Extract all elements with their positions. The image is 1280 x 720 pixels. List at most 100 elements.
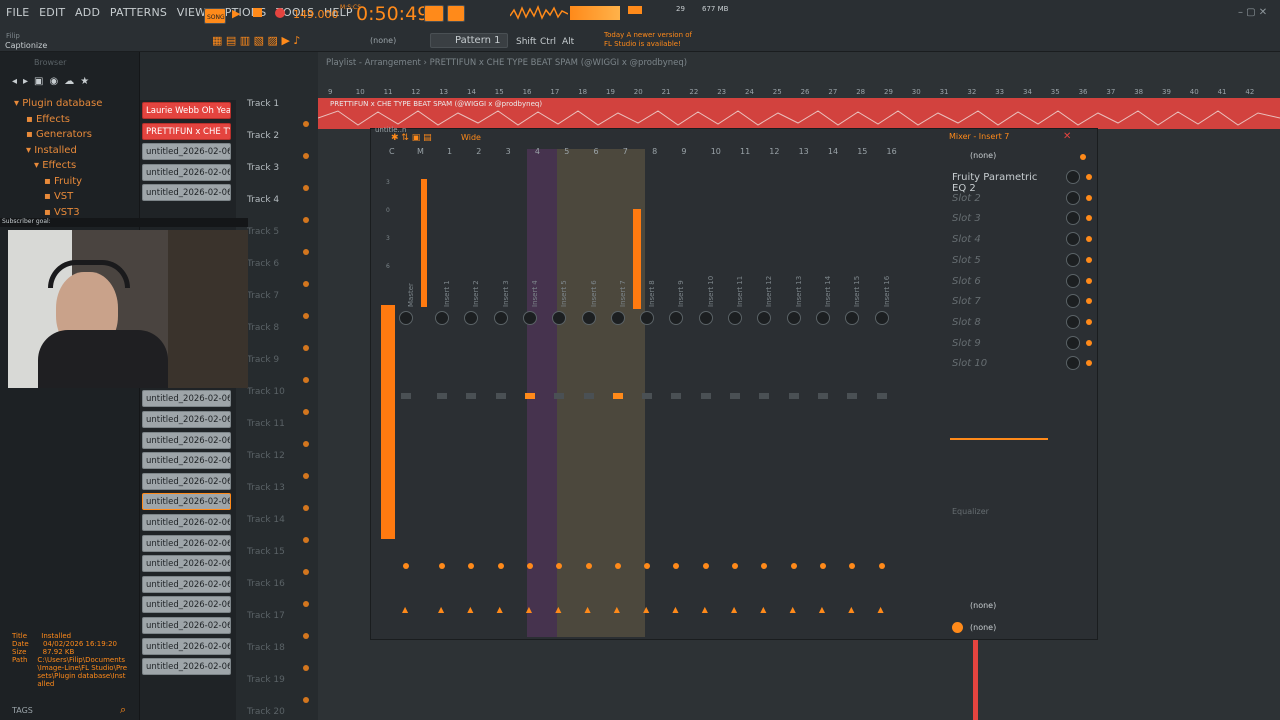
send-arrow-icon[interactable]: ▲ (526, 605, 532, 614)
volume-fader[interactable] (817, 393, 828, 399)
route-dot[interactable] (585, 563, 592, 569)
track-mute-dot[interactable] (303, 313, 309, 319)
track-label[interactable]: Track 19 (247, 675, 285, 685)
effect-slot[interactable]: Slot 10 (952, 358, 1042, 369)
browser-item-vst3[interactable]: ▪ VST3 (44, 207, 80, 218)
send-arrow-icon[interactable]: ▲ (643, 605, 649, 614)
volume-fader[interactable] (642, 393, 653, 399)
track-label[interactable]: Track 13 (247, 483, 285, 493)
mixer-strip-number[interactable]: 1 (447, 147, 452, 156)
route-dot[interactable] (702, 563, 709, 569)
toolbar-none[interactable]: (none) (370, 36, 396, 45)
track-label[interactable]: Track 5 (247, 227, 279, 237)
song-mode-toggle[interactable]: SONG (204, 8, 226, 24)
route-dot[interactable] (644, 563, 651, 569)
audio-clip[interactable]: PRETTIFUN x CHE TYPE BEAT SPAM (@WIGGI x… (318, 98, 1280, 129)
mixer-strip-number[interactable]: 5 (564, 147, 569, 156)
route-dot[interactable] (878, 563, 885, 569)
track-mute-dot[interactable] (303, 249, 309, 255)
slot-mix-knob[interactable] (1066, 314, 1080, 329)
menu-view[interactable]: VIEW (177, 6, 206, 19)
track-mute-dot[interactable] (303, 377, 309, 383)
send-arrow-icon[interactable]: ▲ (672, 605, 678, 614)
pattern-item[interactable]: untitled_2026-02-06 15-... (142, 411, 231, 428)
track-label[interactable]: Track 2 (247, 131, 279, 141)
send-arrow-icon[interactable]: ▲ (402, 605, 408, 614)
pattern-item[interactable]: untitled_2026-02-06 15-... (142, 658, 231, 676)
track-mute-dot[interactable] (303, 185, 309, 191)
menu-edit[interactable]: EDIT (39, 6, 65, 19)
track-mute-dot[interactable] (303, 569, 309, 575)
volume-fader[interactable] (671, 393, 682, 399)
pan-knob[interactable] (493, 311, 508, 325)
effect-slot[interactable]: Slot 3 (952, 213, 1042, 224)
slot-power-icon[interactable] (1086, 339, 1092, 346)
browser-item-installed-effects[interactable]: ▾ Effects (34, 160, 76, 171)
volume-fader[interactable] (847, 393, 858, 399)
pattern-item[interactable]: untitled_2026-02-06 15-... (142, 575, 231, 593)
track-label[interactable]: Track 17 (247, 611, 285, 621)
pan-knob[interactable] (757, 311, 772, 325)
mixer-strip-number[interactable]: 11 (740, 147, 750, 156)
metronome-button[interactable] (424, 5, 444, 22)
pan-knob[interactable] (874, 311, 889, 325)
track-mute-dot[interactable] (303, 601, 309, 607)
mixer-strip-number[interactable]: 3 (506, 147, 511, 156)
pan-knob[interactable] (815, 311, 830, 325)
pattern-item[interactable]: untitled_2026-02-06 15-... (142, 617, 231, 634)
track-mute-dot[interactable] (303, 217, 309, 223)
track-mute-dot[interactable] (303, 441, 309, 447)
track-label[interactable]: Track 12 (247, 451, 285, 461)
menu-add[interactable]: ADD (75, 6, 100, 19)
track-label[interactable]: Track 4 (247, 195, 279, 205)
volume-fader[interactable] (700, 393, 711, 399)
track-label[interactable]: Track 10 (247, 387, 285, 397)
mixer-strip-number[interactable]: 2 (476, 147, 481, 156)
pattern-item[interactable]: untitled_2026-02-06 15-... (142, 472, 231, 490)
pattern-item[interactable]: untitled_2026-02-06 15-... (142, 514, 231, 531)
pan-knob[interactable] (845, 311, 860, 325)
route-dot[interactable] (761, 563, 768, 569)
browser-item-effects[interactable]: ▪ Effects (26, 114, 70, 125)
effect-slot[interactable]: Slot 2 (952, 193, 1042, 204)
pan-knob[interactable] (522, 311, 537, 325)
pattern-selector[interactable]: Pattern 1 (430, 33, 508, 48)
pan-knob[interactable] (698, 311, 713, 325)
toolbar-icons[interactable]: ▦ ▤ ▥ ▧ ▨ ▶ ♪ (212, 34, 300, 47)
effect-slot[interactable]: Slot 4 (952, 234, 1042, 245)
track-mute-dot[interactable] (303, 121, 309, 127)
pan-knob[interactable] (435, 311, 449, 325)
pattern-item[interactable]: untitled_2026-02-06 15-... (142, 452, 231, 470)
news-panel[interactable]: Today A newer version of FL Studio is av… (604, 31, 694, 49)
volume-fader[interactable] (583, 393, 594, 399)
tags-label[interactable]: TAGS (12, 706, 33, 715)
slot-power-icon[interactable] (1086, 256, 1092, 263)
mixer-output-2[interactable]: (none) (952, 622, 1092, 636)
volume-fader[interactable] (401, 393, 411, 399)
mixer-strip-number[interactable]: 14 (828, 147, 838, 156)
pattern-item[interactable]: untitled_2026-02-06 15-... (142, 431, 231, 449)
track-label[interactable]: Track 20 (247, 707, 285, 717)
mixer-input-select[interactable]: (none) (950, 150, 1090, 166)
slot-power-icon[interactable] (1086, 277, 1092, 284)
track-mute-dot[interactable] (303, 409, 309, 415)
volume-fader[interactable] (524, 393, 535, 399)
browser-item-vst[interactable]: ▪ VST (44, 191, 73, 202)
tempo-display[interactable]: 149.000 (293, 8, 339, 21)
pattern-item[interactable]: untitled_2026-02-06 15-... (142, 390, 231, 408)
track-label[interactable]: Track 3 (247, 163, 279, 173)
pattern-item[interactable]: untitled_2026-02-06 15-... (142, 555, 231, 573)
pattern-item[interactable]: PRETTIFUN x CHE TYP... (142, 122, 231, 140)
mixer-strip-number[interactable]: C (389, 147, 395, 156)
browser-item-installed[interactable]: ▾ Installed (26, 145, 77, 156)
volume-fader[interactable] (612, 393, 623, 399)
pattern-item[interactable]: untitled_2026-02-06 15-... (142, 534, 231, 552)
send-arrow-icon[interactable]: ▲ (555, 605, 561, 614)
eq-slider[interactable] (950, 438, 1048, 440)
track-mute-dot[interactable] (303, 473, 309, 479)
browser-item-fruity[interactable]: ▪ Fruity (44, 176, 82, 187)
send-arrow-icon[interactable]: ▲ (497, 605, 503, 614)
search-icon[interactable]: ⌕ (120, 703, 126, 717)
pattern-item[interactable]: untitled_2026-02-06 15-... (142, 184, 231, 202)
route-dot[interactable] (849, 563, 856, 569)
